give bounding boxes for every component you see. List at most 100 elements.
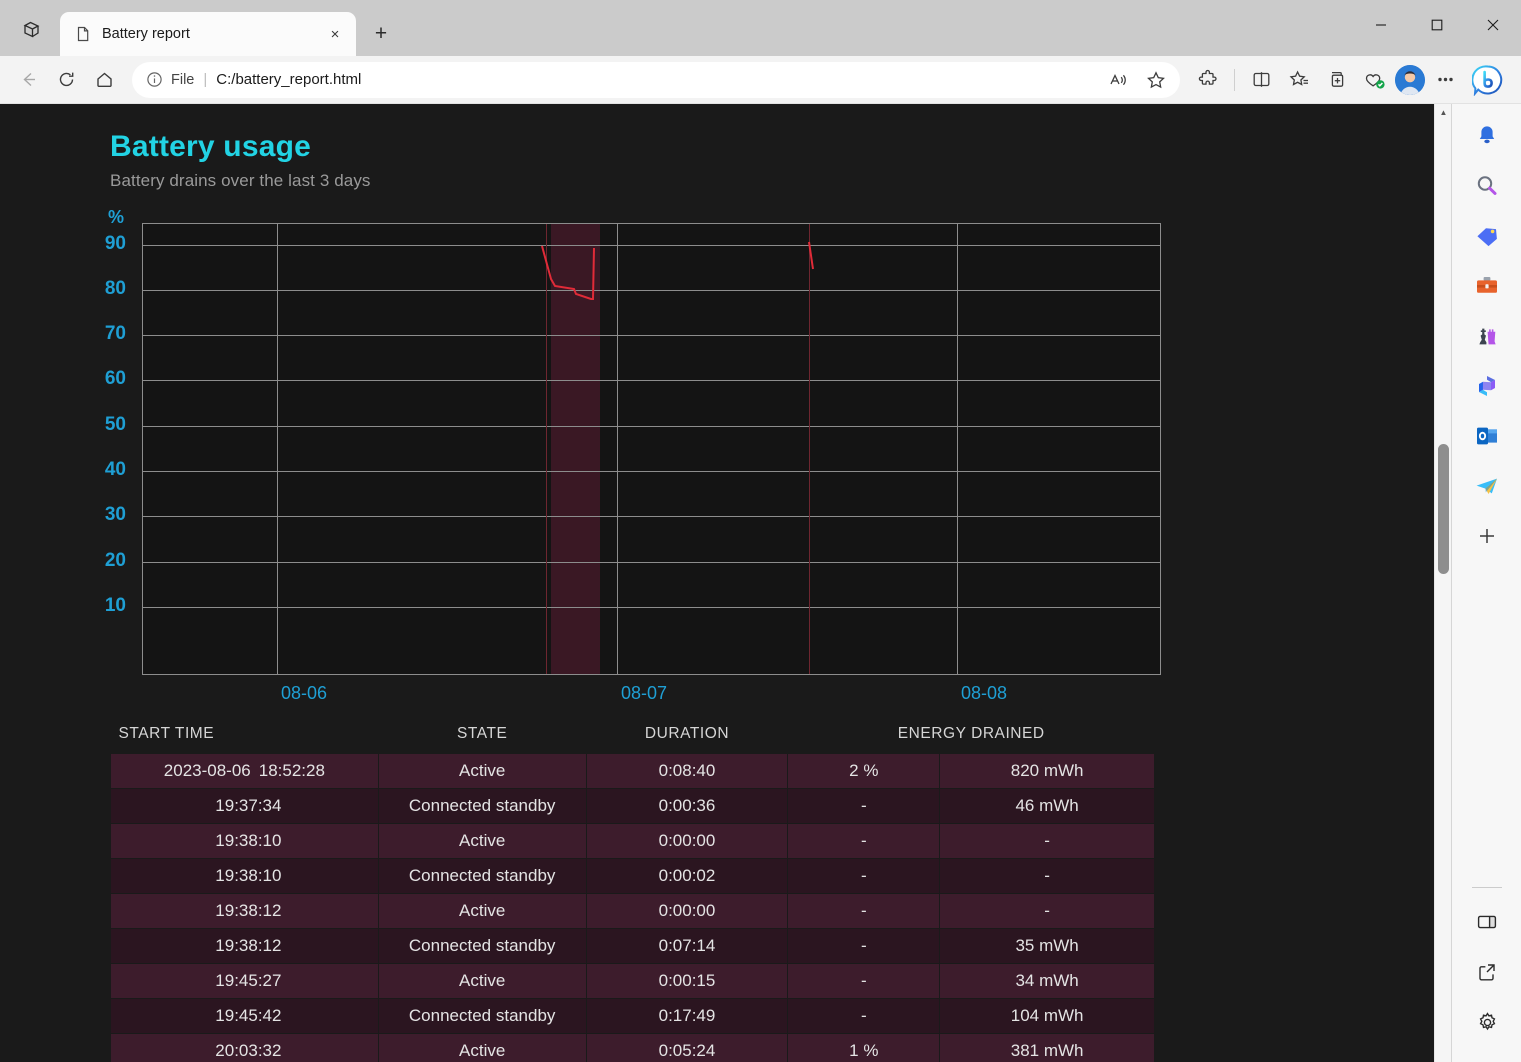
search-icon[interactable] xyxy=(1467,166,1507,206)
extensions-icon[interactable] xyxy=(1190,62,1226,98)
y-tick-20: 20 xyxy=(104,550,126,571)
cell-start-time: 19:45:42 xyxy=(110,998,379,1034)
tab-title: Battery report xyxy=(102,26,190,42)
report-content: Battery usage Battery drains over the la… xyxy=(0,104,1434,1062)
cell-duration: 0:17:49 xyxy=(585,998,789,1034)
battery-usage-chart: % 90 80 70 60 50 40 30 20 10 08-06 08-07… xyxy=(105,207,1170,703)
y-tick-50: 50 xyxy=(104,414,126,435)
table-row[interactable]: 19:38:10 Active 0:00:00 - - xyxy=(110,823,1155,859)
table-body: 2023-08-06 18:52:28 Active 0:08:40 2 % 82… xyxy=(110,753,1155,1062)
cell-time: 19:38:12 xyxy=(215,901,282,920)
address-bar[interactable]: File | C:/battery_report.html xyxy=(132,61,1180,98)
add-favorite-icon[interactable] xyxy=(1138,62,1174,98)
microsoft365-icon[interactable] xyxy=(1467,366,1507,406)
cell-start-time: 19:38:12 xyxy=(110,893,379,929)
page-scrollbar[interactable]: ▲ xyxy=(1434,104,1451,1062)
cell-start-time: 19:37:34 xyxy=(110,788,379,824)
file-badge: File xyxy=(146,71,194,88)
header-state: STATE xyxy=(456,725,508,742)
table-row[interactable]: 19:37:34 Connected standby 0:00:36 - 46 … xyxy=(110,788,1155,824)
scroll-up-arrow[interactable]: ▲ xyxy=(1435,104,1452,121)
tools-icon[interactable] xyxy=(1467,266,1507,306)
tab-collections-icon[interactable] xyxy=(10,8,54,52)
page-subtitle: Battery drains over the last 3 days xyxy=(110,171,371,190)
cell-duration: 0:00:00 xyxy=(585,823,789,859)
scrollbar-thumb[interactable] xyxy=(1438,444,1449,574)
cell-percent: 1 % xyxy=(787,1033,941,1062)
cell-percent: - xyxy=(787,788,941,824)
battery-usage-table: START TIME STATE DURATION ENERGY DRAINED… xyxy=(110,721,1155,1062)
y-tick-10: 10 xyxy=(104,595,126,616)
y-tick-30: 30 xyxy=(104,504,126,525)
table-row[interactable]: 2023-08-06 18:52:28 Active 0:08:40 2 % 82… xyxy=(110,753,1155,789)
notifications-icon[interactable] xyxy=(1467,116,1507,156)
profile-avatar[interactable] xyxy=(1395,64,1425,95)
cell-start-time: 19:45:27 xyxy=(110,963,379,999)
cell-time: 19:38:10 xyxy=(215,831,282,850)
table-row[interactable]: 19:45:27 Active 0:00:15 - 34 mWh xyxy=(110,963,1155,999)
settings-more-icon[interactable] xyxy=(1427,62,1463,98)
add-sidebar-icon[interactable] xyxy=(1467,516,1507,556)
page-viewport: Battery usage Battery drains over the la… xyxy=(0,104,1521,1062)
edge-browser-window: Battery report × + File | C:/battery_rep… xyxy=(0,0,1521,1062)
table-row[interactable]: 19:38:10 Connected standby 0:00:02 - - xyxy=(110,858,1155,894)
browser-essentials-icon[interactable] xyxy=(1357,62,1393,98)
table-row[interactable]: 20:03:32 Active 0:05:24 1 % 381 mWh xyxy=(110,1033,1155,1062)
collections-icon[interactable] xyxy=(1319,62,1355,98)
cell-duration: 0:05:24 xyxy=(585,1033,789,1062)
open-in-new-window-icon[interactable] xyxy=(1467,952,1507,992)
cell-state: Connected standby xyxy=(377,998,587,1034)
cell-energy: 46 mWh xyxy=(939,788,1155,824)
cell-state: Connected standby xyxy=(377,928,587,964)
cell-time: 20:03:32 xyxy=(215,1041,282,1060)
y-tick-60: 60 xyxy=(104,368,126,389)
cell-time: 19:45:27 xyxy=(215,971,282,990)
y-axis-unit-label: % xyxy=(108,207,125,227)
x-tick-08-07: 08-07 xyxy=(620,683,668,703)
telegram-icon[interactable] xyxy=(1467,466,1507,506)
sidebar-settings-icon[interactable] xyxy=(1467,1002,1507,1042)
cell-energy: 34 mWh xyxy=(939,963,1155,999)
cell-percent: - xyxy=(787,893,941,929)
home-icon[interactable] xyxy=(86,62,122,98)
browser-tab[interactable]: Battery report × xyxy=(60,12,356,56)
table-row[interactable]: 19:38:12 Active 0:00:00 - - xyxy=(110,893,1155,929)
read-aloud-icon[interactable] xyxy=(1100,62,1136,98)
cell-time: 18:52:28 xyxy=(258,761,325,780)
cell-percent: - xyxy=(787,963,941,999)
table-row[interactable]: 19:45:42 Connected standby 0:17:49 - 104… xyxy=(110,998,1155,1034)
favorites-icon[interactable] xyxy=(1281,62,1317,98)
cell-energy: - xyxy=(939,893,1155,929)
url-text[interactable]: C:/battery_report.html xyxy=(216,71,1091,88)
cell-time: 19:38:10 xyxy=(215,866,282,885)
minimize-button[interactable] xyxy=(1353,0,1409,50)
cell-energy: 381 mWh xyxy=(939,1033,1155,1062)
copilot-icon[interactable] xyxy=(1465,57,1511,103)
cell-energy: - xyxy=(939,858,1155,894)
table-row[interactable]: 19:38:12 Connected standby 0:07:14 - 35 … xyxy=(110,928,1155,964)
header-duration: DURATION xyxy=(644,725,730,742)
toolbar-divider xyxy=(1234,68,1235,91)
y-tick-90: 90 xyxy=(104,233,126,254)
cell-duration: 0:07:14 xyxy=(585,928,789,964)
sidebar-toggle-icon[interactable] xyxy=(1467,902,1507,942)
maximize-button[interactable] xyxy=(1409,0,1465,50)
cell-duration: 0:00:02 xyxy=(585,858,789,894)
cell-state: Connected standby xyxy=(377,788,587,824)
y-tick-40: 40 xyxy=(104,459,126,480)
games-icon[interactable] xyxy=(1467,316,1507,356)
y-tick-80: 80 xyxy=(104,278,126,299)
close-window-button[interactable] xyxy=(1465,0,1521,50)
refresh-icon[interactable] xyxy=(48,62,84,98)
shopping-tag-icon[interactable] xyxy=(1467,216,1507,256)
new-tab-button[interactable]: + xyxy=(364,17,398,51)
back-icon[interactable] xyxy=(10,62,46,98)
close-tab-icon[interactable]: × xyxy=(322,21,348,47)
split-screen-icon[interactable] xyxy=(1243,62,1279,98)
title-bar: Battery report × + xyxy=(0,0,1521,56)
cell-percent: - xyxy=(787,998,941,1034)
cell-energy: 35 mWh xyxy=(939,928,1155,964)
outlook-icon[interactable] xyxy=(1467,416,1507,456)
table-header-row: START TIME STATE DURATION ENERGY DRAINED xyxy=(111,721,1155,754)
cell-state: Connected standby xyxy=(377,858,587,894)
